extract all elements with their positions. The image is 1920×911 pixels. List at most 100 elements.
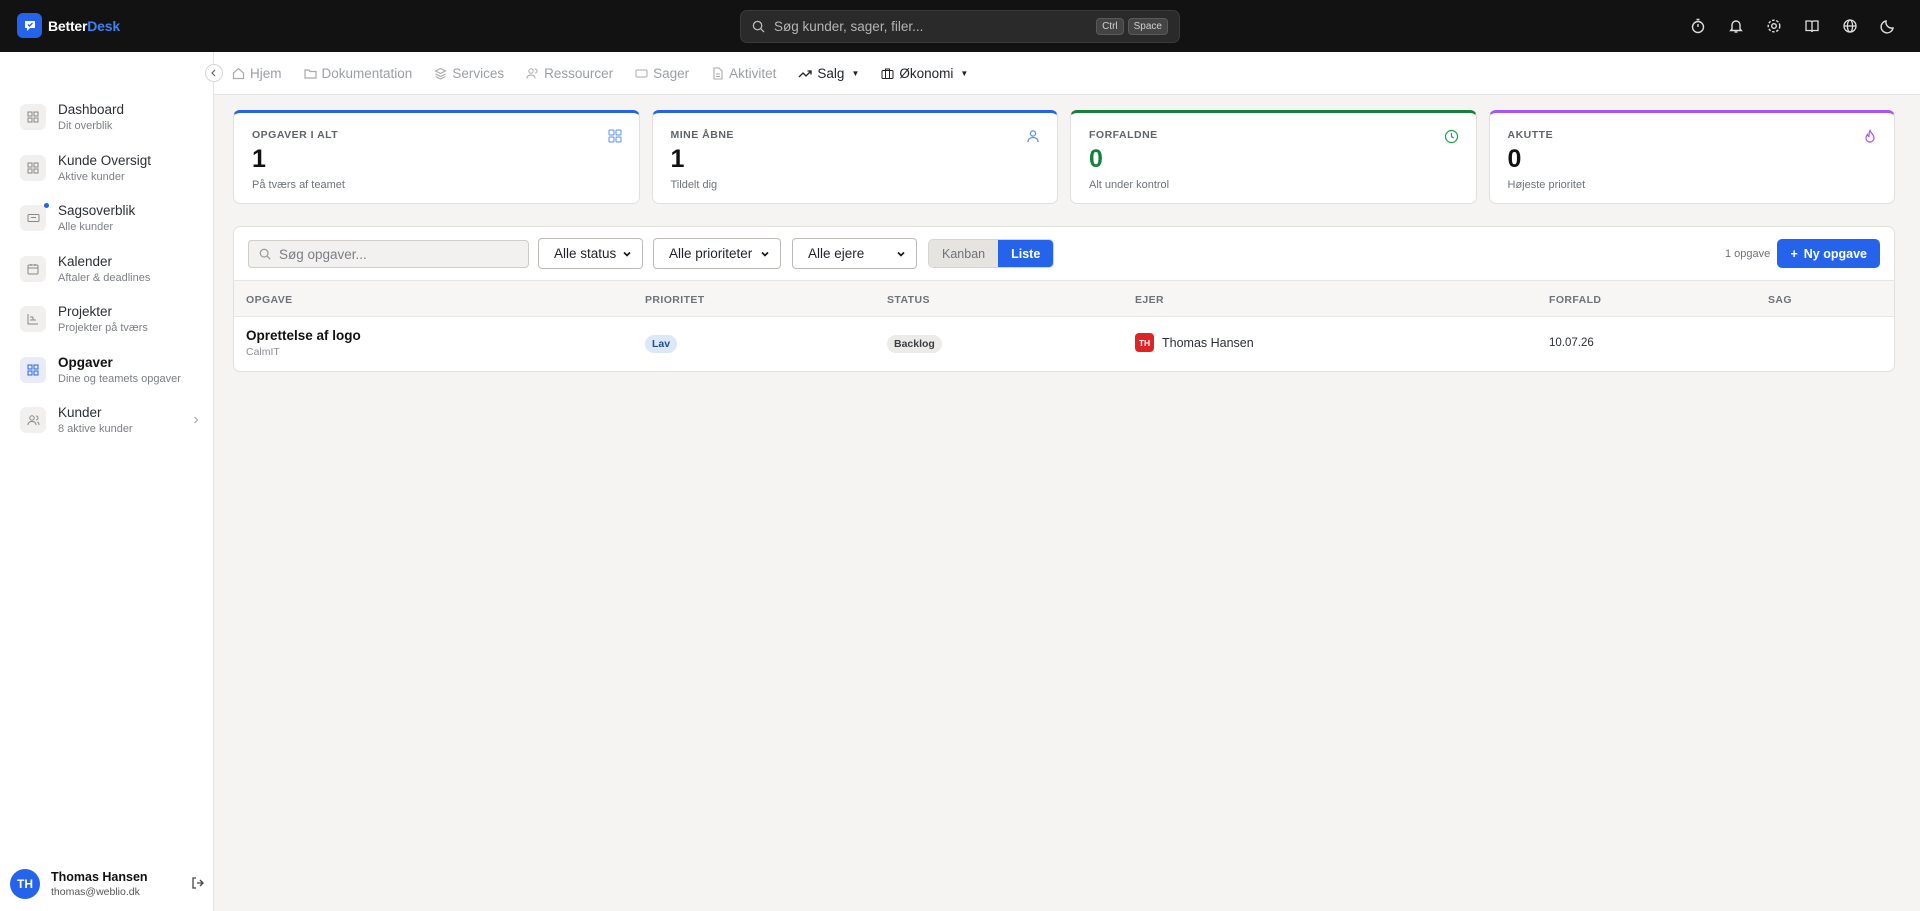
tab-hjem[interactable]: Hjem [232, 66, 282, 81]
tab-okonomi[interactable]: Økonomi ▼ [881, 66, 968, 81]
column-header-case[interactable]: SAG [1768, 294, 1792, 306]
task-toolbar: Søg opgaver... Alle status Alle priorite… [234, 227, 1894, 281]
caret-down-icon: ▼ [960, 68, 969, 78]
sidebar: Dashboard Dit overblik Kunde Oversigt Akti… [0, 52, 214, 911]
owner-filter-value: Alle ejere [808, 246, 865, 261]
grid-icon [20, 356, 46, 383]
sidebar-item-label: Opgaver [58, 354, 113, 370]
sidebar-item-kalender[interactable]: Kalender Aftaler & deadlines [20, 254, 200, 305]
column-header-due[interactable]: FORFALD [1549, 294, 1601, 306]
book-icon[interactable] [1801, 15, 1823, 37]
plus-icon: + [1790, 246, 1798, 261]
sidebar-item-sub: Dit overblik [58, 120, 113, 132]
layers-icon [434, 67, 448, 80]
chevron-right-icon[interactable] [192, 416, 200, 424]
tab-aktivitet[interactable]: Aktivitet [711, 66, 776, 81]
task-due-date: 10.07.26 [1549, 337, 1594, 349]
shortcut-key-space: Space [1127, 18, 1168, 35]
tab-label: Ressourcer [544, 65, 614, 81]
grid-icon [20, 154, 46, 181]
app-name: BetterDesk [48, 17, 120, 34]
stat-card-overdue: FORFALDNE 0 Alt under kontrol [1070, 110, 1477, 204]
stat-title: FORFALDNE [1089, 129, 1158, 141]
search-icon [259, 248, 271, 260]
task-panel: Søg opgaver... Alle status Alle priorite… [233, 226, 1895, 372]
sidebar-item-projekter[interactable]: Projekter Projekter på tværs [20, 304, 200, 355]
globe-icon[interactable] [1839, 15, 1861, 37]
new-task-button[interactable]: + Ny opgave [1777, 239, 1880, 268]
column-header-owner[interactable]: EJER [1135, 294, 1164, 306]
stat-title: OPGAVER I ALT [252, 129, 339, 141]
gear-icon[interactable] [1763, 15, 1785, 37]
sidebar-item-kunder[interactable]: Kunder 8 aktive kunder [20, 405, 200, 456]
project-icon [20, 306, 46, 332]
bell-icon[interactable] [1725, 15, 1747, 37]
task-title[interactable]: Oprettelse af logo [246, 328, 361, 343]
trending-up-icon [798, 69, 813, 77]
task-search-input[interactable]: Søg opgaver... [248, 240, 529, 268]
sidebar-item-label: Dashboard [58, 102, 125, 117]
user-icon [1027, 130, 1039, 143]
sidebar-item-label: Sagsoverblik [58, 203, 136, 218]
stat-value: 1 [252, 145, 266, 173]
tab-label: Sager [653, 65, 690, 81]
table-header: OPGAVE PRIORITET STATUS EJER FORFALD SAG [234, 281, 1894, 317]
tab-label: Services [452, 65, 505, 81]
tab-label: Økonomi [899, 65, 954, 81]
ticket-icon [635, 69, 648, 77]
tab-services[interactable]: Services [434, 66, 504, 81]
sidebar-item-kunde-oversigt[interactable]: Kunde Oversigt Aktive kunder [20, 153, 200, 204]
timer-icon[interactable] [1687, 15, 1709, 37]
logo-icon [17, 13, 42, 38]
view-toggle: Kanban Liste [928, 239, 1055, 268]
owner-filter-select[interactable]: Alle ejere [792, 238, 917, 269]
task-customer: CalmIT [246, 346, 280, 358]
sidebar-item-sub: Projekter på tværs [58, 322, 148, 334]
sidebar-item-label: Kunde Oversigt [58, 152, 152, 168]
stat-sub: Tildelt dig [670, 179, 718, 191]
column-header-task[interactable]: OPGAVE [246, 294, 293, 306]
tab-sager[interactable]: Sager [635, 66, 689, 81]
new-task-label: Ny opgave [1803, 246, 1867, 261]
status-filter-select[interactable]: Alle status [538, 238, 643, 269]
tab-dokumentation[interactable]: Dokumentation [303, 66, 412, 81]
sidebar-item-sub: Dine og teamets opgaver [58, 372, 181, 385]
collapse-sidebar-button[interactable] [205, 64, 223, 82]
status-filter-value: Alle status [554, 246, 617, 261]
tab-label: Aktivitet [729, 65, 777, 81]
list-view-button[interactable]: Liste [998, 240, 1054, 267]
avatar[interactable]: TH [10, 869, 40, 899]
table-row[interactable]: Oprettelse af logo CalmIT Lav Backlog TH… [234, 317, 1894, 371]
owner-name: Thomas Hansen [1162, 335, 1254, 350]
document-icon [713, 66, 723, 80]
briefcase-icon [881, 68, 894, 79]
tab-label: Salg [817, 65, 845, 81]
stat-value: 1 [670, 145, 685, 173]
stat-title: AKUTTE [1507, 129, 1554, 141]
logout-icon[interactable] [191, 876, 205, 890]
global-search-input[interactable]: Søg kunder, sager, filer... Ctrl Space [740, 10, 1180, 43]
grid-icon [20, 104, 46, 130]
stat-title: MINE ÅBNE [670, 129, 734, 141]
stat-card-mine: MINE ÅBNE 1 Tildelt dig [651, 110, 1058, 204]
calendar-icon [20, 255, 46, 282]
sidebar-item-opgaver[interactable]: Opgaver Dine og teamets opgaver [20, 355, 200, 406]
tab-salg[interactable]: Salg ▼ [798, 66, 859, 81]
status-badge: Backlog [887, 335, 942, 353]
kanban-view-button[interactable]: Kanban [929, 240, 999, 267]
sidebar-item-label: Projekter [58, 304, 113, 319]
users-icon [526, 67, 538, 79]
sidebar-item-sagsoverblik[interactable]: Sagsoverblik Alle kunder [20, 203, 200, 254]
app-logo[interactable]: BetterDesk [17, 13, 120, 38]
caret-down-icon: ▼ [851, 68, 860, 78]
sidebar-item-label: Kunder [58, 405, 102, 420]
tab-ressourcer[interactable]: Ressourcer [526, 66, 613, 81]
sidebar-item-dashboard[interactable]: Dashboard Dit overblik [20, 102, 200, 153]
column-header-status[interactable]: STATUS [887, 294, 930, 306]
column-header-priority[interactable]: PRIORITET [645, 294, 705, 306]
moon-icon[interactable] [1877, 15, 1899, 37]
priority-filter-select[interactable]: Alle prioriteter [653, 238, 781, 269]
flame-icon [1865, 129, 1875, 143]
ticket-icon [20, 203, 49, 231]
chevron-down-icon [623, 251, 631, 257]
